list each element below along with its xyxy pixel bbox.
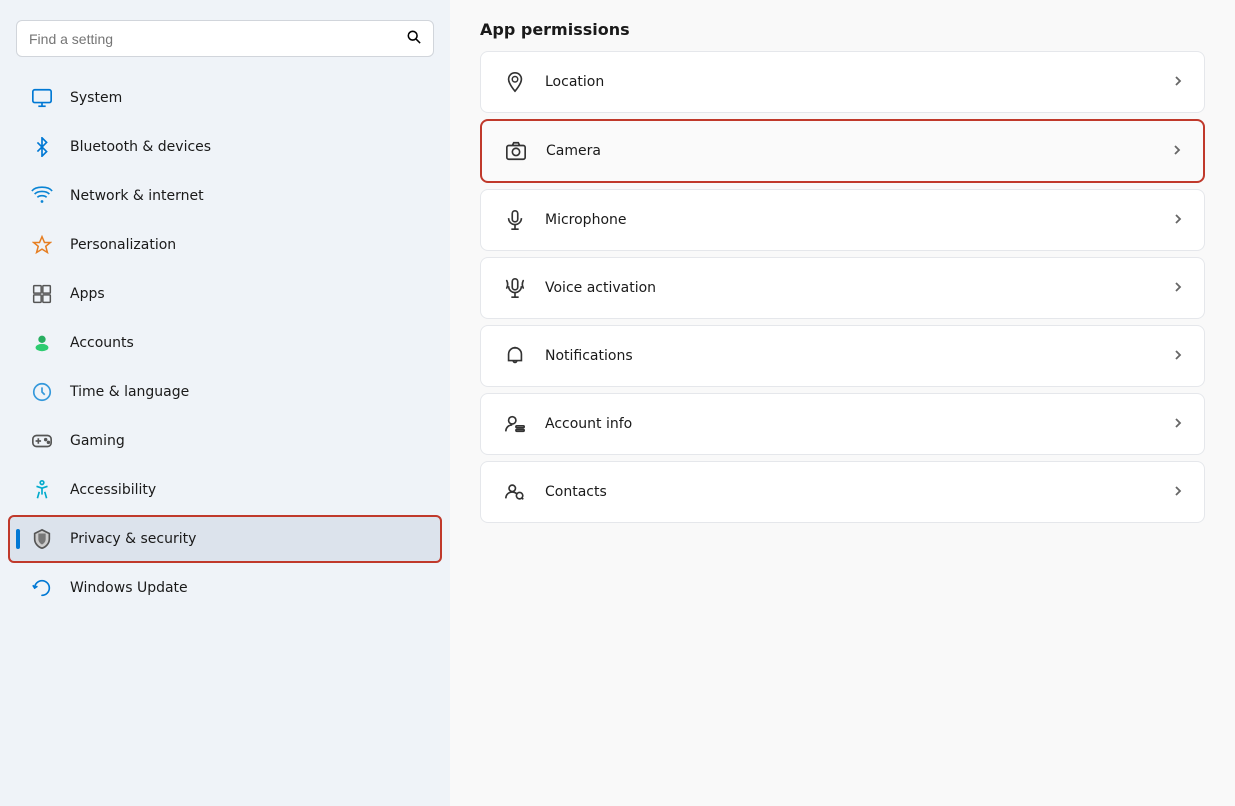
- sidebar-item-apps[interactable]: Apps: [8, 270, 442, 318]
- chevron-right-icon: [1171, 144, 1183, 159]
- section-title: App permissions: [480, 20, 1205, 39]
- system-icon: [28, 84, 56, 112]
- sidebar-item-label-privacy: Privacy & security: [70, 531, 196, 547]
- permission-label-microphone: Microphone: [545, 212, 1156, 228]
- permission-item-notifications[interactable]: Notifications: [480, 325, 1205, 387]
- chevron-right-icon: [1172, 417, 1184, 432]
- camera-icon: [502, 137, 530, 165]
- apps-icon: [28, 280, 56, 308]
- accountinfo-icon: [501, 410, 529, 438]
- chevron-right-icon: [1172, 349, 1184, 364]
- contacts-icon: [501, 478, 529, 506]
- update-icon: [28, 574, 56, 602]
- sidebar-item-update[interactable]: Windows Update: [8, 564, 442, 612]
- sidebar-item-network[interactable]: Network & internet: [8, 172, 442, 220]
- time-icon: [28, 378, 56, 406]
- sidebar-item-label-personalization: Personalization: [70, 237, 176, 253]
- sidebar-item-label-gaming: Gaming: [70, 433, 125, 449]
- accessibility-icon: [28, 476, 56, 504]
- privacy-icon: [28, 525, 56, 553]
- active-indicator: [16, 529, 20, 549]
- sidebar: System Bluetooth & devices Network & inter…: [0, 0, 450, 806]
- bluetooth-icon: [28, 133, 56, 161]
- main-content: App permissions Location Camera Microphone…: [450, 0, 1235, 806]
- permission-label-voice: Voice activation: [545, 280, 1156, 296]
- permission-item-contacts[interactable]: Contacts: [480, 461, 1205, 523]
- sidebar-item-label-system: System: [70, 90, 122, 106]
- search-bar[interactable]: [16, 20, 434, 57]
- sidebar-item-personalization[interactable]: Personalization: [8, 221, 442, 269]
- permission-item-location[interactable]: Location: [480, 51, 1205, 113]
- permission-label-notifications: Notifications: [545, 348, 1156, 364]
- sidebar-item-label-bluetooth: Bluetooth & devices: [70, 139, 211, 155]
- permission-item-microphone[interactable]: Microphone: [480, 189, 1205, 251]
- permission-item-camera[interactable]: Camera: [480, 119, 1205, 183]
- search-input[interactable]: [29, 31, 399, 47]
- sidebar-item-accounts[interactable]: Accounts: [8, 319, 442, 367]
- sidebar-item-label-time: Time & language: [70, 384, 189, 400]
- permission-item-accountinfo[interactable]: Account info: [480, 393, 1205, 455]
- sidebar-item-bluetooth[interactable]: Bluetooth & devices: [8, 123, 442, 171]
- sidebar-item-time[interactable]: Time & language: [8, 368, 442, 416]
- accounts-icon: [28, 329, 56, 357]
- sidebar-item-privacy[interactable]: Privacy & security: [8, 515, 442, 563]
- sidebar-item-label-accessibility: Accessibility: [70, 482, 156, 498]
- notifications-icon: [501, 342, 529, 370]
- sidebar-item-label-accounts: Accounts: [70, 335, 134, 351]
- permission-label-camera: Camera: [546, 143, 1155, 159]
- chevron-right-icon: [1172, 213, 1184, 228]
- permission-label-location: Location: [545, 74, 1156, 90]
- chevron-right-icon: [1172, 75, 1184, 90]
- location-icon: [501, 68, 529, 96]
- microphone-icon: [501, 206, 529, 234]
- permission-list: Location Camera Microphone Voice activation…: [480, 51, 1205, 523]
- chevron-right-icon: [1172, 281, 1184, 296]
- permission-label-contacts: Contacts: [545, 484, 1156, 500]
- voice-icon: [501, 274, 529, 302]
- gaming-icon: [28, 427, 56, 455]
- network-icon: [28, 182, 56, 210]
- permission-label-accountinfo: Account info: [545, 416, 1156, 432]
- sidebar-item-accessibility[interactable]: Accessibility: [8, 466, 442, 514]
- sidebar-item-label-update: Windows Update: [70, 580, 188, 596]
- sidebar-item-system[interactable]: System: [8, 74, 442, 122]
- permission-item-voice[interactable]: Voice activation: [480, 257, 1205, 319]
- search-icon: [407, 29, 421, 48]
- sidebar-item-label-network: Network & internet: [70, 188, 204, 204]
- sidebar-item-label-apps: Apps: [70, 286, 105, 302]
- chevron-right-icon: [1172, 485, 1184, 500]
- sidebar-item-gaming[interactable]: Gaming: [8, 417, 442, 465]
- sidebar-items-list: System Bluetooth & devices Network & inter…: [0, 73, 450, 613]
- personalization-icon: [28, 231, 56, 259]
